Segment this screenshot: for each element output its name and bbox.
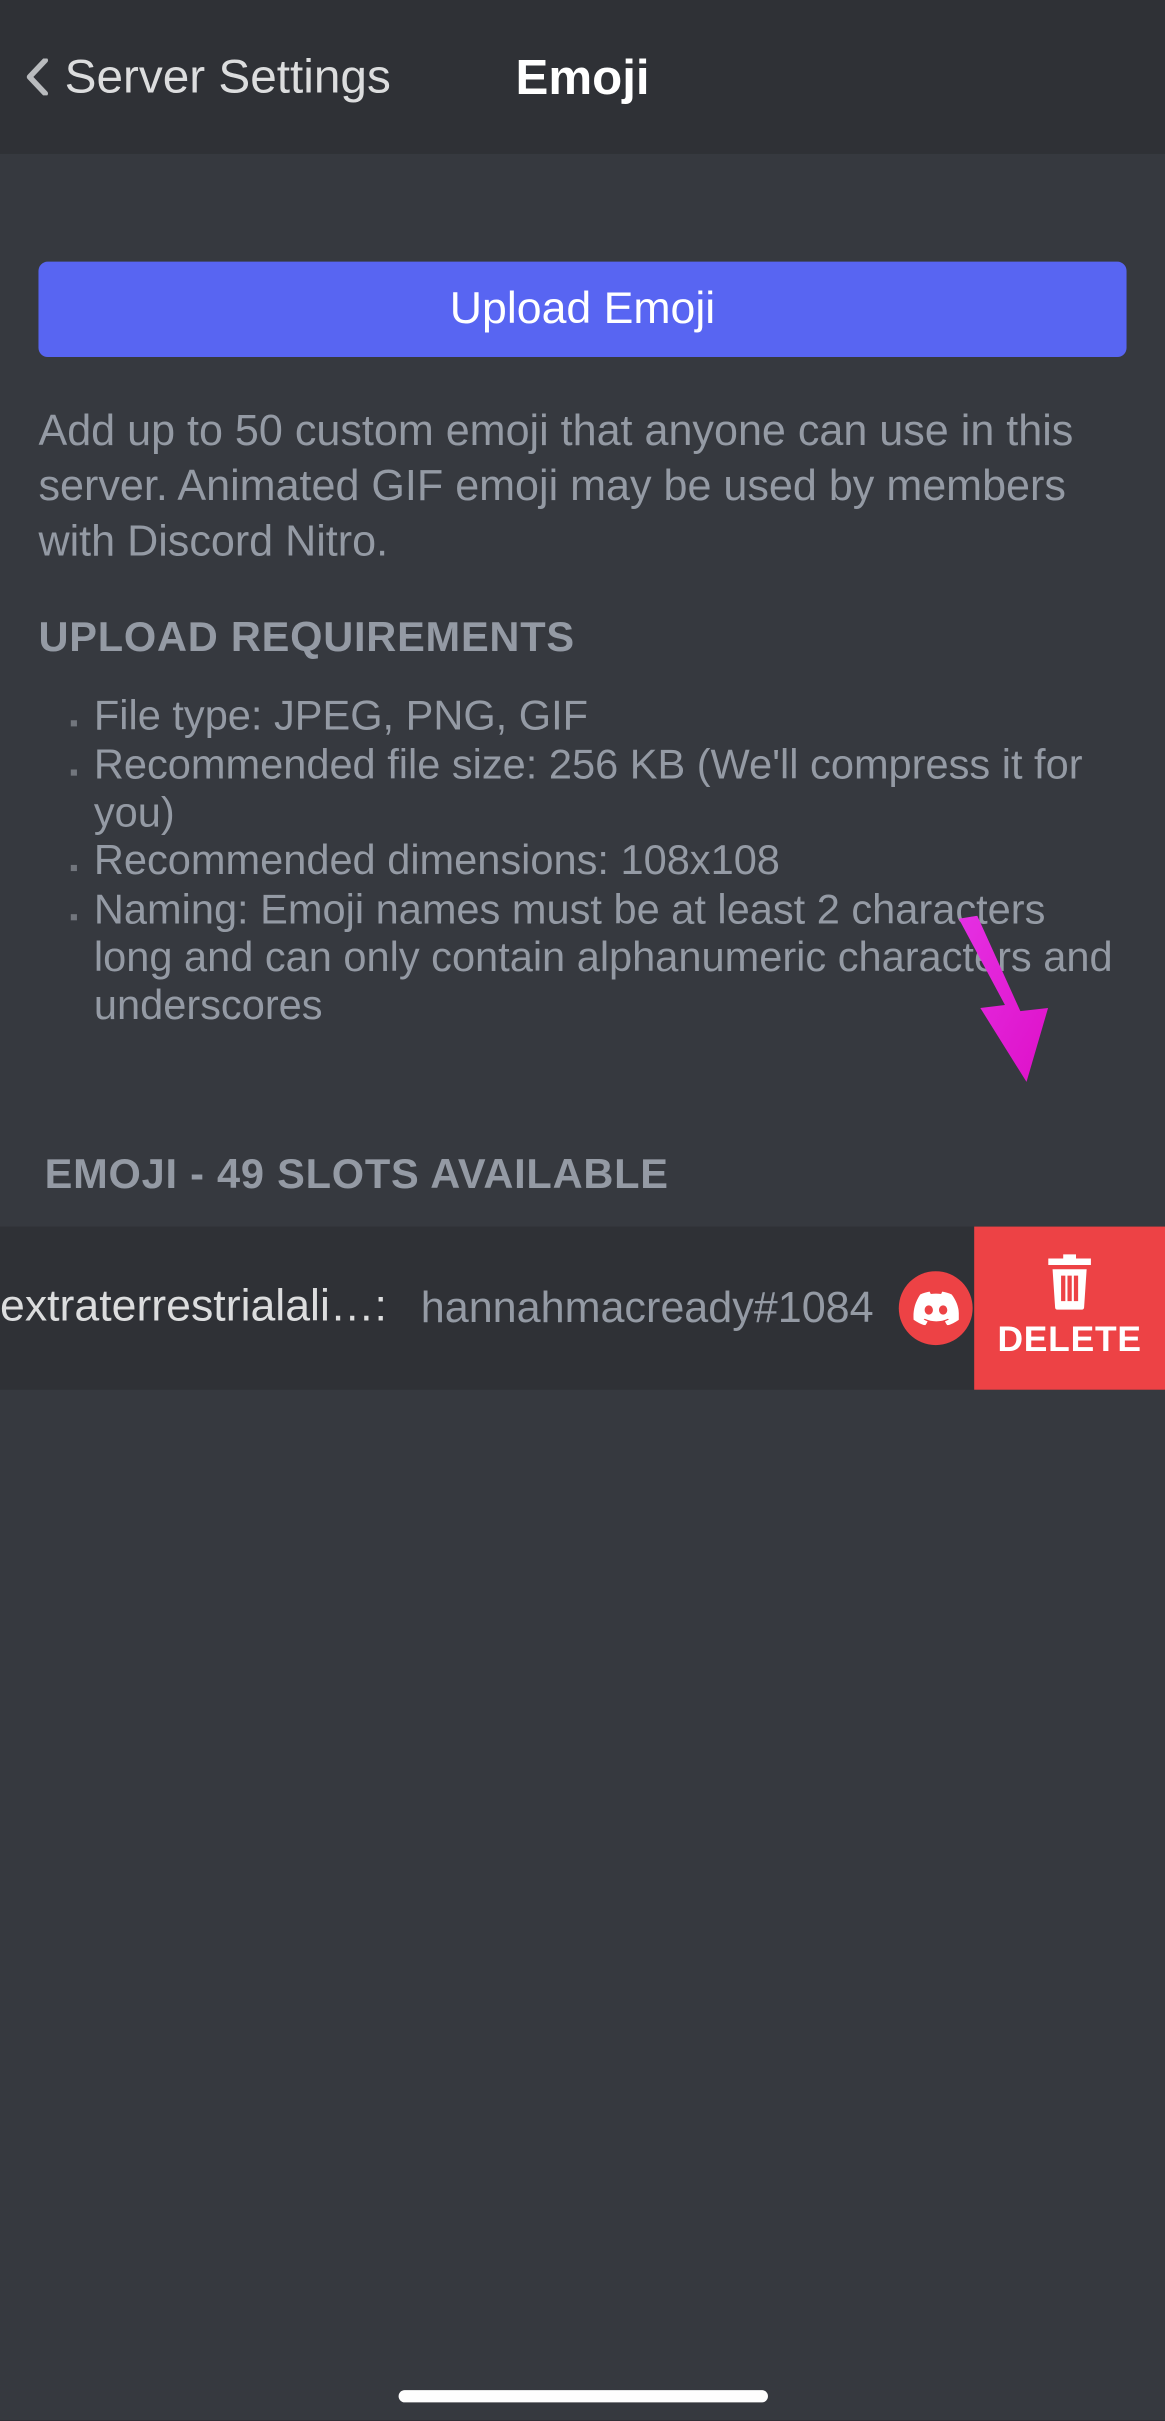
requirements-list: File type: JPEG, PNG, GIF Recommended fi… (38, 693, 1126, 1030)
content-area: Upload Emoji Add up to 50 custom emoji t… (0, 154, 1165, 1389)
emoji-row[interactable]: extraterrestrialali… : hannahmacready#10… (0, 1226, 1165, 1389)
header-bar: Server Settings Emoji (0, 0, 1165, 154)
requirements-heading: UPLOAD REQUIREMENTS (38, 615, 1126, 663)
page-title: Emoji (515, 48, 649, 105)
requirement-item: File type: JPEG, PNG, GIF (94, 693, 1127, 741)
upload-emoji-button[interactable]: Upload Emoji (38, 262, 1126, 357)
emoji-name: extraterrestrialali… (0, 1282, 375, 1333)
app-root: Server Settings Emoji Upload Emoji Add u… (0, 0, 1165, 2421)
delete-emoji-button[interactable]: DELETE (974, 1226, 1165, 1389)
delete-label: DELETE (997, 1319, 1141, 1361)
discord-icon (912, 1291, 958, 1325)
chevron-left-icon (18, 58, 55, 95)
requirement-item: Recommended dimensions: 108x108 (94, 838, 1127, 886)
uploader-avatar (898, 1271, 972, 1345)
requirement-item: Naming: Emoji names must be at least 2 c… (94, 886, 1127, 1031)
emoji-colon: : (375, 1282, 387, 1333)
home-indicator[interactable] (398, 2390, 767, 2402)
trash-icon (1043, 1255, 1095, 1310)
slots-heading: EMOJI - 49 SLOTS AVAILABLE (38, 1151, 1126, 1199)
emoji-uploader: hannahmacready#1084 (421, 1283, 874, 1332)
back-button[interactable]: Server Settings (18, 49, 390, 104)
emoji-description: Add up to 50 custom emoji that anyone ca… (38, 403, 1126, 568)
requirement-item: Recommended file size: 256 KB (We'll com… (94, 741, 1127, 837)
back-label: Server Settings (65, 49, 391, 104)
